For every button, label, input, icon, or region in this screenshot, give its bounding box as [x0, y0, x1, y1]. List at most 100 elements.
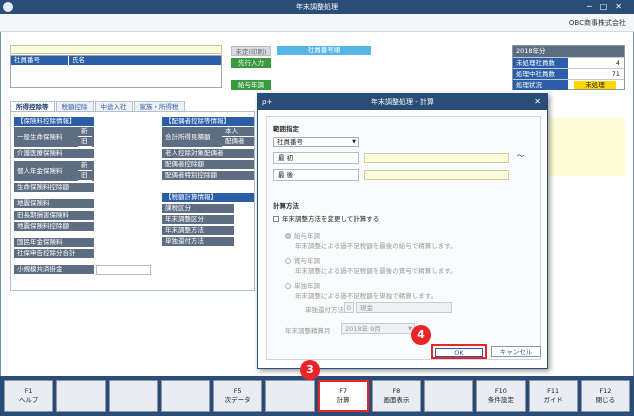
status-box: 2018年分 未処理社員数 4 処理中社員数 71 処理状況 未処理 — [512, 45, 625, 90]
window-controls[interactable]: ─□✕ — [587, 0, 630, 14]
ok-button-label: OK — [435, 348, 483, 357]
insurance-section-title: 【保険料控除情報】 — [14, 117, 94, 126]
fkey-code: F11 — [547, 387, 560, 395]
fkey-label: 条件設定 — [487, 396, 514, 404]
option-bonus-desc: 年末調整による過不足税額を最後の賞与で精算します。 — [295, 267, 457, 275]
adjust-method-label: 年末調整方法 — [162, 226, 234, 236]
range-section-title: 範囲指定 — [273, 125, 299, 133]
social-insurance-label: 社保申告控除分合計 — [14, 249, 94, 259]
option-single-desc: 年末調整による過不足税額を単独で精算します。 — [295, 292, 438, 300]
old-label: 旧 — [78, 137, 92, 147]
radio-icon — [285, 283, 291, 289]
dialog-body: 範囲指定 社員番号 ▼ 最 初 ～ 最 後 計算方法 年末調整方法を変更して計算… — [266, 116, 541, 360]
range-type-select[interactable]: 社員番号 ▼ — [273, 137, 359, 147]
cancel-button[interactable]: キャンセル — [491, 346, 541, 357]
salary-adjust-button[interactable]: 給与年調 — [231, 80, 271, 90]
option-bonus[interactable]: 賞与年調 — [285, 255, 320, 265]
status-year: 2018年分 — [513, 46, 624, 57]
employee-info-box: 社員番号 氏名 — [10, 55, 222, 88]
range-first-input[interactable] — [364, 153, 509, 163]
fkey-code: F1 — [24, 387, 33, 395]
settlement-month-select[interactable]: 2018年 9月 ▼ — [341, 323, 415, 334]
toolbar-area — [0, 14, 634, 32]
tax-class-label: 課税区分 — [162, 204, 234, 214]
fkey-blank[interactable] — [56, 380, 106, 412]
fkey-blank[interactable] — [265, 380, 315, 412]
option-salary[interactable]: 給与年調 — [285, 230, 320, 240]
tab-family[interactable]: 家族・所得税 — [133, 101, 185, 111]
insurance-section: 【保険料控除情報】 — [14, 117, 94, 126]
chevron-down-icon: ▼ — [352, 139, 356, 145]
status-label: 未処理社員数 — [513, 58, 568, 68]
fkey-f12[interactable]: F12 閉じる — [580, 380, 630, 412]
small-mutual-input[interactable] — [96, 265, 151, 275]
income-total-label: 合計所得見積額 — [162, 127, 222, 147]
fkey-code: F7 — [339, 387, 348, 395]
fkey-f7-calc[interactable]: F7 計算 — [317, 380, 369, 412]
fkey-f1[interactable]: F1 ヘルプ — [4, 380, 54, 412]
calc-method-title: 計算方法 — [273, 202, 299, 210]
status-row: 処理状況 未処理 — [513, 79, 624, 90]
refund-code-field[interactable]: 0 — [344, 302, 354, 313]
radio-icon — [285, 258, 291, 264]
fkey-blank[interactable] — [108, 380, 158, 412]
function-key-bar: F1 ヘルプ F5 次データ F7 計算 F8 画面表示 F10 条件設定 F11 ガイド … — [0, 376, 634, 416]
refund-method-label: 単独還付方法 — [162, 237, 234, 247]
status-label: 処理中社員数 — [513, 69, 568, 79]
employee-number-header: 社員番号 — [11, 56, 69, 65]
life-insurance-deduction-label: 生命保険料控除額 — [14, 183, 94, 193]
dialog-title-bar: ρ+ 年末調整処理 - 計算 ✕ — [258, 94, 547, 110]
title-bar: 年末調整処理 ─□✕ — [0, 0, 634, 14]
fkey-f11[interactable]: F11 ガイド — [528, 380, 578, 412]
fkey-f5[interactable]: F5 次データ — [213, 380, 263, 412]
change-method-checkbox[interactable]: 年末調整方法を変更して計算する — [273, 213, 379, 223]
ok-button[interactable]: OK — [431, 344, 487, 359]
option-bonus-label: 賞与年調 — [294, 257, 320, 265]
fkey-f10[interactable]: F10 条件設定 — [476, 380, 526, 412]
tab-deductions[interactable]: 所得控除等 — [10, 101, 55, 111]
spouse-special-deduction-label: 配偶者特別控除額 — [162, 171, 254, 181]
step-3-badge: 3 — [300, 360, 320, 380]
option-single-label: 単独年調 — [294, 282, 320, 290]
refund-value-field[interactable]: 現金 — [356, 302, 452, 313]
calc-dialog: ρ+ 年末調整処理 - 計算 ✕ 範囲指定 社員番号 ▼ 最 初 ～ 最 後 計… — [257, 93, 548, 369]
employee-search-field[interactable] — [10, 45, 222, 54]
spouse-deduction-label: 配偶者控除額 — [162, 160, 254, 170]
tab-strip: 所得控除等 税額控除 中途入社 家族・所得税 — [10, 101, 186, 111]
status-label: 処理状況 — [513, 80, 568, 90]
small-mutual-label: 小規模共済掛金 — [14, 265, 94, 275]
dialog-app-icon: ρ+ — [262, 98, 273, 106]
fkey-label: 閉じる — [595, 396, 616, 404]
settlement-month-label: 年末調整精算月 — [285, 327, 331, 335]
first-input-button[interactable]: 先行入力 — [231, 58, 271, 68]
medical-insurance-label: 介護医療保険料 — [14, 149, 94, 159]
company-name: OBC商事株式会社 — [568, 19, 626, 27]
adjust-class-label: 年末調整区分 — [162, 215, 234, 225]
status-badge: 未処理 — [574, 81, 616, 89]
print-button[interactable]: 未定(印刷) — [231, 46, 271, 56]
range-last-input[interactable] — [364, 170, 509, 180]
range-type-value: 社員番号 — [277, 138, 303, 146]
range-last-label: 最 後 — [273, 169, 359, 181]
dialog-title: 年末調整処理 - 計算 — [371, 98, 434, 106]
option-single[interactable]: 単独年調 — [285, 280, 320, 290]
fkey-blank[interactable] — [160, 380, 210, 412]
fkey-f8[interactable]: F8 画面表示 — [371, 380, 421, 412]
long-term-insurance-label: 旧長期損害保険料 — [14, 211, 94, 221]
fkey-blank[interactable] — [424, 380, 474, 412]
step-4-badge: 4 — [411, 325, 431, 345]
tab-midyear[interactable]: 中途入社 — [94, 101, 133, 111]
sort-order-label: 社員番号順 — [277, 46, 371, 55]
fkey-label: 次データ — [224, 396, 251, 404]
refund-method-dialog-label: 単独還付方法 — [305, 306, 344, 314]
new-label: 新 — [78, 127, 92, 137]
status-row: 未処理社員数 4 — [513, 57, 624, 68]
window-title: 年末調整処理 — [296, 3, 338, 11]
spouse-label: 配偶者 — [222, 137, 254, 147]
fkey-code: F10 — [494, 387, 507, 395]
tab-tax-credit[interactable]: 税額控除 — [55, 101, 94, 111]
close-icon[interactable]: ✕ — [534, 94, 541, 110]
spouse-section-title: 【配偶者控除等情報】 — [162, 117, 254, 126]
settlement-month-value: 2018年 9月 — [345, 325, 381, 333]
fkey-code: F12 — [599, 387, 612, 395]
